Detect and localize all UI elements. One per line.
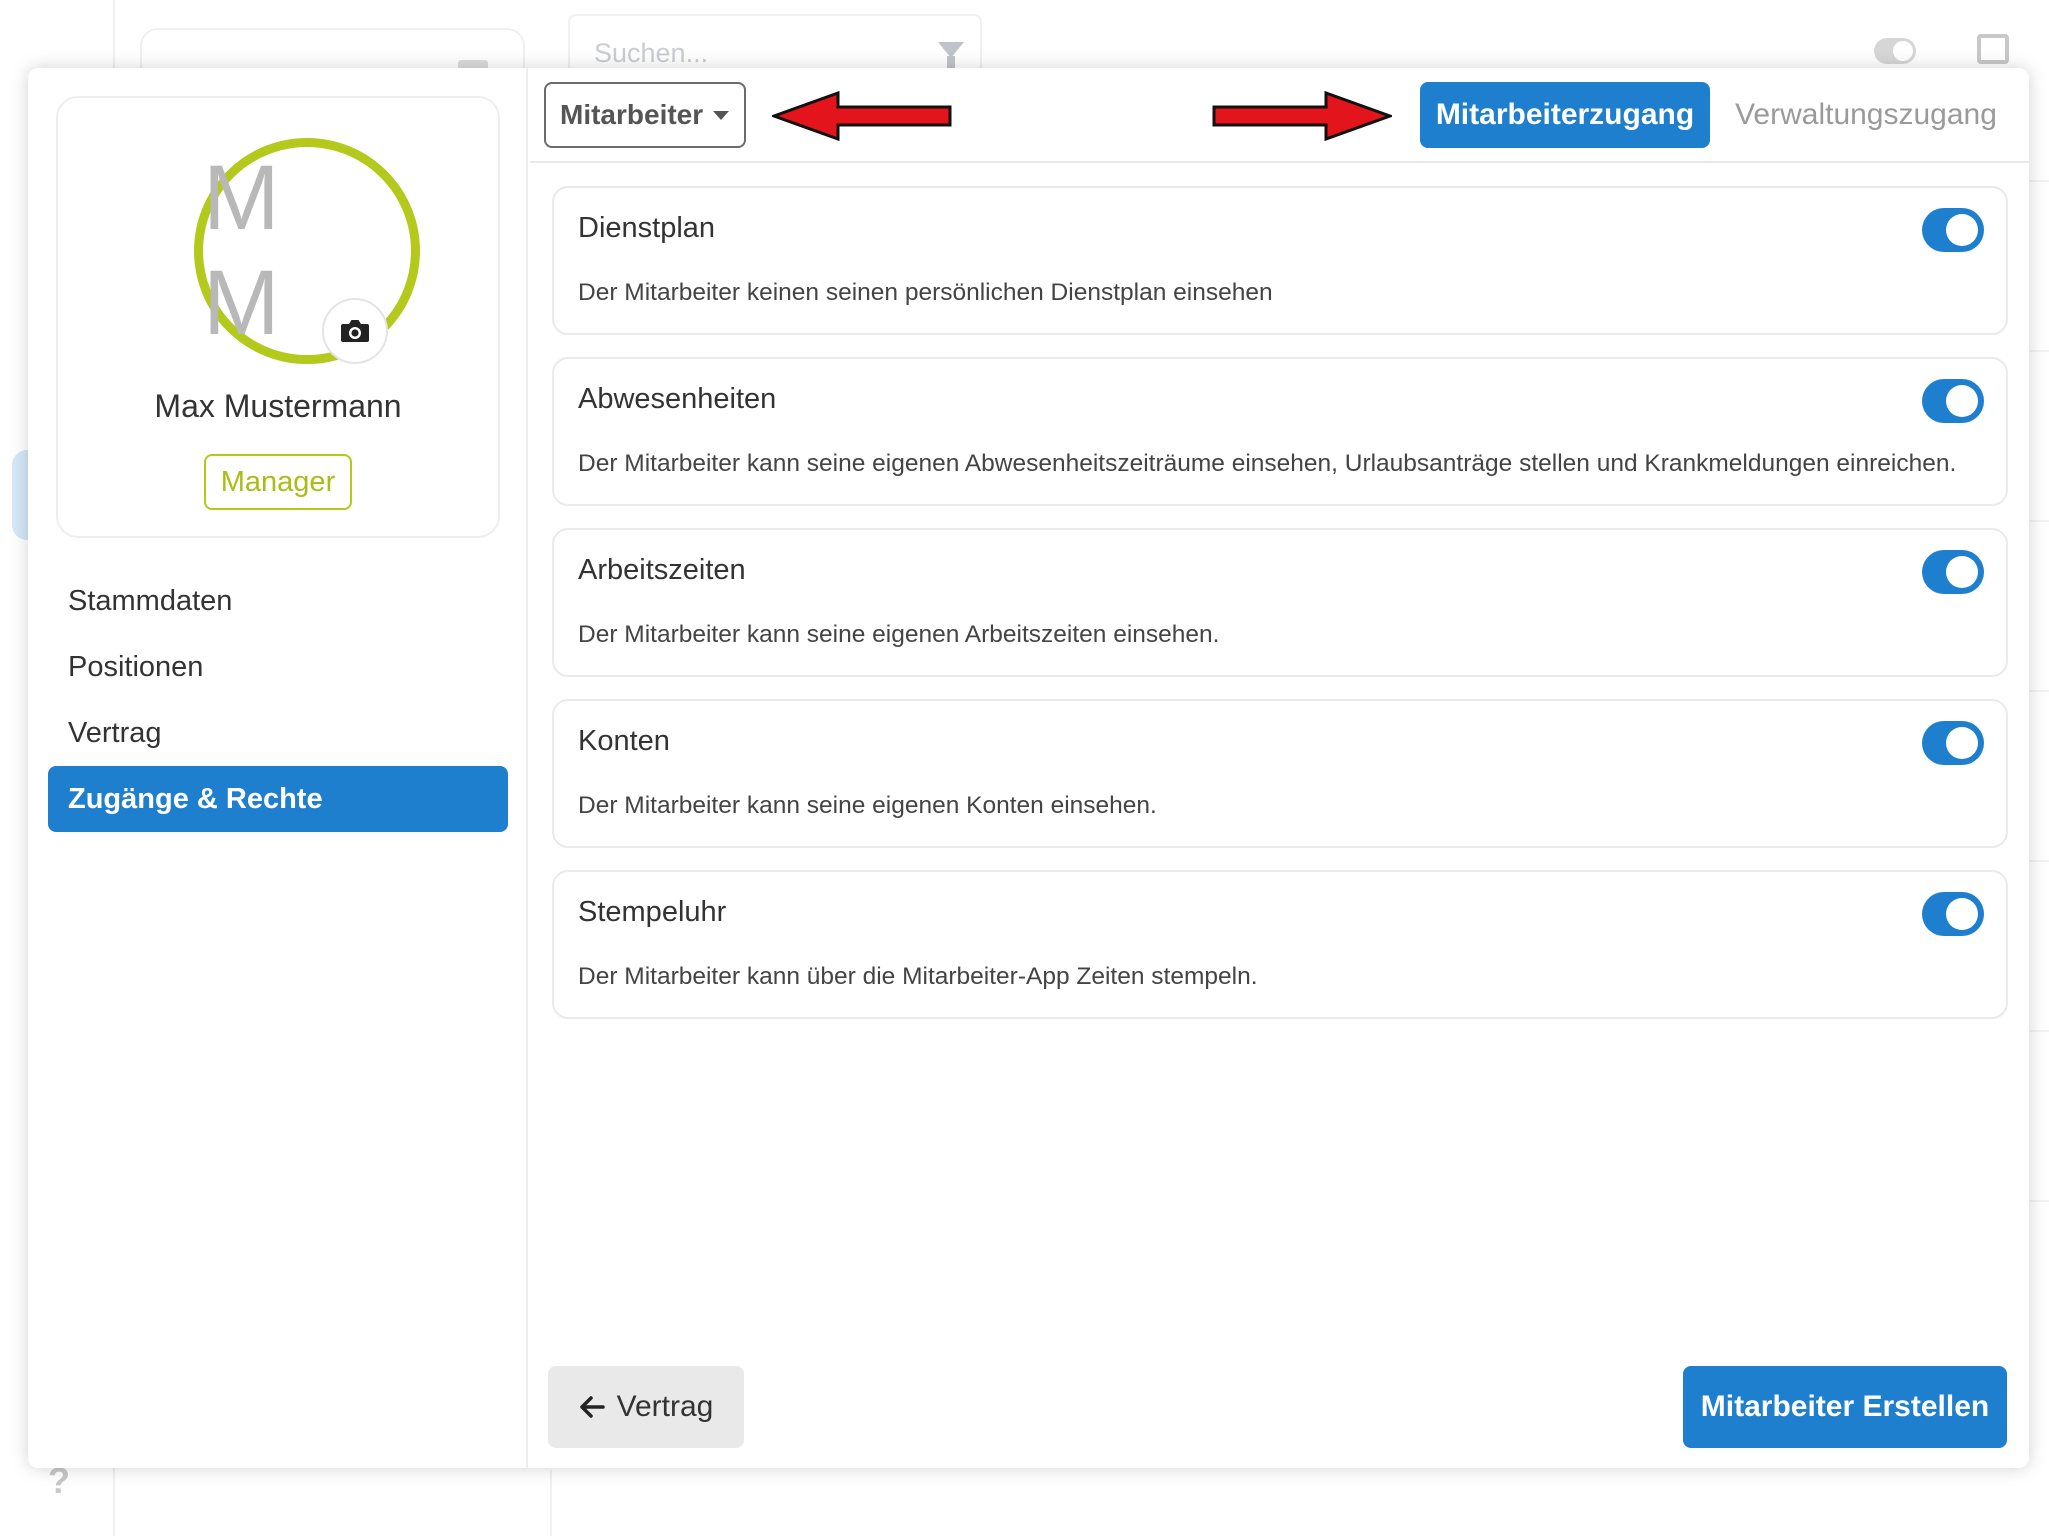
- nav-item-positionen[interactable]: Positionen: [48, 634, 508, 700]
- permission-description: Der Mitarbeiter kann seine eigenen Arbei…: [578, 621, 1220, 648]
- role-select[interactable]: Mitarbeiter: [544, 82, 746, 148]
- profile-card: M M Max Mustermann Manager: [56, 96, 500, 538]
- back-button[interactable]: Vertrag: [548, 1366, 744, 1448]
- background-toggle-icon[interactable]: [1874, 38, 1916, 64]
- permission-toggle-dienstplan[interactable]: [1922, 208, 1984, 252]
- permission-title: Abwesenheiten: [578, 383, 777, 415]
- permission-list: Dienstplan Der Mitarbeiter keinen seinen…: [552, 186, 2008, 1041]
- permission-description: Der Mitarbeiter keinen seinen persönlich…: [578, 279, 1273, 306]
- permission-toggle-abwesenheiten[interactable]: [1922, 379, 1984, 423]
- permission-card-dienstplan: Dienstplan Der Mitarbeiter keinen seinen…: [552, 186, 2008, 335]
- permission-title: Konten: [578, 725, 670, 757]
- employee-modal: M M Max Mustermann Manager Stammdaten Po…: [28, 68, 2029, 1468]
- modal-nav: Stammdaten Positionen Vertrag Zugänge & …: [48, 568, 508, 832]
- background-divider: [550, 1470, 552, 1536]
- permission-description: Der Mitarbeiter kann über die Mitarbeite…: [578, 963, 1258, 990]
- upload-photo-button[interactable]: [322, 298, 388, 364]
- permission-toggle-arbeitszeiten[interactable]: [1922, 550, 1984, 594]
- background-search-input[interactable]: Suchen...: [568, 14, 982, 74]
- permission-card-abwesenheiten: Abwesenheiten Der Mitarbeiter kann seine…: [552, 357, 2008, 506]
- permission-card-stempeluhr: Stempeluhr Der Mitarbeiter kann über die…: [552, 870, 2008, 1019]
- permission-description: Der Mitarbeiter kann seine eigenen Konte…: [578, 792, 1157, 819]
- nav-item-zugaenge-rechte[interactable]: Zugänge & Rechte: [48, 766, 508, 832]
- print-icon[interactable]: [1977, 34, 2009, 64]
- annotation-arrow-right-icon: [1212, 90, 1392, 142]
- permission-title: Arbeitszeiten: [578, 554, 746, 586]
- tab-mitarbeiterzugang[interactable]: Mitarbeiterzugang: [1420, 82, 1710, 148]
- profile-name: Max Mustermann: [154, 388, 402, 424]
- background-row-dividers: [2030, 180, 2049, 1480]
- modal-content: Mitarbeiter Mitarbeiterzugang Verwaltung…: [530, 68, 2029, 1468]
- tab-verwaltungszugang[interactable]: Verwaltungszugang: [1726, 82, 2006, 148]
- arrow-left-icon: [579, 1395, 605, 1419]
- camera-icon: [341, 320, 369, 342]
- modal-sidebar: M M Max Mustermann Manager Stammdaten Po…: [28, 68, 528, 1468]
- permission-title: Dienstplan: [578, 212, 716, 244]
- back-button-label: Vertrag: [616, 1390, 714, 1423]
- role-select-value: Mitarbeiter: [560, 99, 704, 130]
- nav-item-stammdaten[interactable]: Stammdaten: [48, 568, 508, 634]
- permission-toggle-konten[interactable]: [1922, 721, 1984, 765]
- nav-item-vertrag[interactable]: Vertrag: [48, 700, 508, 766]
- permission-toggle-stempeluhr[interactable]: [1922, 892, 1984, 936]
- permission-description: Der Mitarbeiter kann seine eigenen Abwes…: [578, 450, 1957, 477]
- annotation-arrow-left-icon: [772, 90, 952, 142]
- role-badge: Manager: [204, 454, 352, 510]
- permission-card-arbeitszeiten: Arbeitszeiten Der Mitarbeiter kann seine…: [552, 528, 2008, 677]
- permission-card-konten: Konten Der Mitarbeiter kann seine eigene…: [552, 699, 2008, 848]
- permission-title: Stempeluhr: [578, 896, 727, 928]
- background-search-placeholder: Suchen...: [594, 38, 709, 68]
- chevron-down-icon: [713, 110, 730, 120]
- create-employee-button[interactable]: Mitarbeiter Erstellen: [1683, 1366, 2007, 1448]
- access-topbar: Mitarbeiter Mitarbeiterzugang Verwaltung…: [530, 68, 2029, 163]
